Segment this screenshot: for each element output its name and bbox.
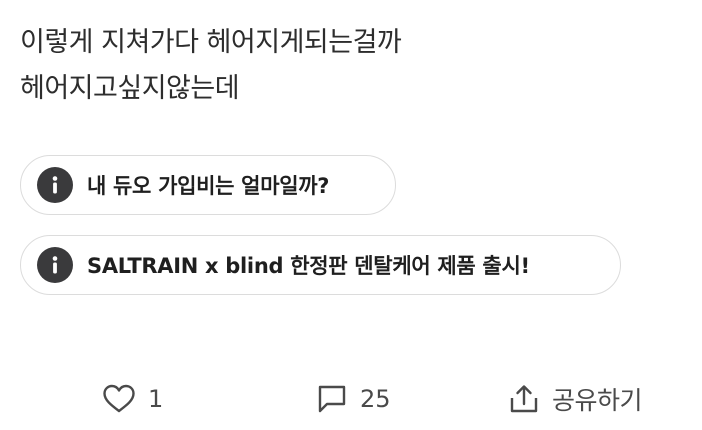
like-count: 1 <box>148 385 164 413</box>
share-icon <box>508 383 540 415</box>
heart-icon <box>102 384 136 414</box>
related-link-duo-fee[interactable]: 내 듀오 가입비는 얼마일까? <box>20 155 396 215</box>
related-link-label: 내 듀오 가입비는 얼마일까? <box>87 174 330 198</box>
info-icon <box>37 247 73 283</box>
related-link-saltrain-dental[interactable]: SALTRAIN x blind 한정판 덴탈케어 제품 출시! <box>20 235 621 295</box>
related-link-label: SALTRAIN x blind 한정판 덴탈케어 제품 출시! <box>87 254 530 278</box>
comment-icon <box>316 384 348 414</box>
comment-count: 25 <box>360 385 391 413</box>
info-icon <box>37 167 73 203</box>
share-label: 공유하기 <box>552 386 643 415</box>
share-button[interactable]: 공유하기 <box>508 376 643 422</box>
post-text-line-2: 헤어지고싶지않는데 <box>20 73 240 104</box>
post-body: 이렇게 지쳐가다 헤어지게되는걸까 헤어지고싶지않는데 <box>20 20 682 112</box>
like-button[interactable]: 1 <box>102 376 163 422</box>
post-text-line-1: 이렇게 지쳐가다 헤어지게되는걸까 <box>20 27 402 58</box>
comment-button[interactable]: 25 <box>316 376 391 422</box>
post-actions-bar: 1 25 공유하기 <box>0 376 702 422</box>
